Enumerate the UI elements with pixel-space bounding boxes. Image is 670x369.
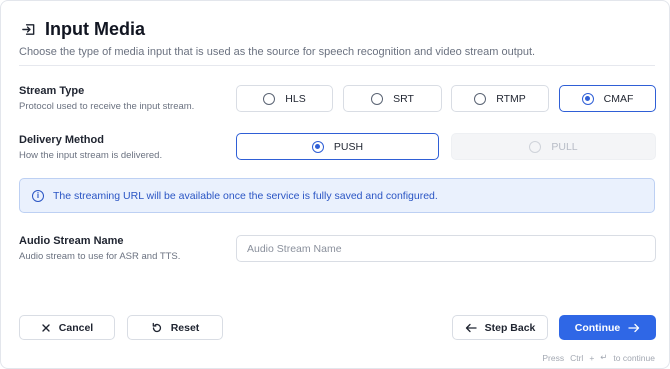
- step-back-label: Step Back: [484, 321, 536, 334]
- input-media-panel: Input Media Choose the type of media inp…: [0, 0, 670, 369]
- radio-icon: [371, 92, 384, 105]
- stream-type-label-group: Stream Type Protocol used to receive the…: [19, 85, 194, 112]
- panel-header: Input Media: [19, 19, 145, 40]
- reset-label: Reset: [170, 321, 200, 334]
- shortcut-suffix: to continue: [613, 352, 655, 363]
- audio-stream-label: Audio Stream Name: [19, 235, 124, 247]
- enter-key-icon: ↵: [600, 352, 608, 362]
- stream-type-option-hls[interactable]: HLS: [236, 85, 333, 112]
- reset-button[interactable]: Reset: [127, 315, 223, 340]
- arrow-left-icon: [465, 323, 477, 333]
- info-icon: i: [32, 189, 44, 202]
- info-banner: i The streaming URL will be available on…: [19, 178, 655, 213]
- page-title: Input Media: [45, 19, 145, 39]
- stream-type-hint: Protocol used to receive the input strea…: [19, 101, 195, 112]
- stream-type-label: Stream Type: [19, 85, 85, 97]
- delivery-method-label: Delivery Method: [19, 134, 104, 146]
- keyboard-shortcut-hint: Press Ctrl + ↵ to continue: [542, 352, 655, 363]
- shortcut-press: Press: [542, 352, 565, 363]
- info-text: The streaming URL will be available once…: [53, 189, 438, 202]
- continue-label: Continue: [574, 321, 621, 334]
- cancel-label: Cancel: [58, 321, 94, 334]
- stream-type-option-rtmp[interactable]: RTMP: [451, 85, 549, 112]
- page-subtitle: Choose the type of media input that is u…: [19, 46, 536, 58]
- option-label: HLS: [285, 92, 306, 105]
- step-back-button[interactable]: Step Back: [452, 315, 548, 340]
- arrow-right-icon: [628, 323, 640, 333]
- delivery-option-push[interactable]: PUSH: [236, 133, 439, 160]
- audio-stream-name-input[interactable]: [236, 235, 656, 262]
- continue-button[interactable]: Continue: [559, 315, 656, 340]
- input-arrow-icon: [19, 21, 37, 39]
- close-icon: [41, 323, 51, 333]
- radio-icon: [474, 92, 487, 105]
- reset-icon: [151, 322, 163, 334]
- audio-stream-label-group: Audio Stream Name Audio stream to use fo…: [19, 235, 180, 262]
- radio-selected-icon: [311, 140, 324, 153]
- stream-type-option-srt[interactable]: SRT: [343, 85, 442, 112]
- cancel-button[interactable]: Cancel: [19, 315, 115, 340]
- delivery-method-label-group: Delivery Method How the input stream is …: [19, 134, 162, 161]
- delivery-method-hint: How the input stream is delivered.: [19, 150, 163, 161]
- delivery-option-pull: PULL: [451, 133, 656, 160]
- header-divider: [19, 65, 655, 66]
- radio-icon: [529, 140, 542, 153]
- radio-selected-icon: [581, 92, 594, 105]
- option-label: SRT: [393, 92, 414, 105]
- shortcut-key-ctrl: Ctrl: [570, 352, 584, 363]
- option-label: PUSH: [333, 140, 364, 153]
- option-label: PULL: [551, 140, 578, 153]
- audio-stream-hint: Audio stream to use for ASR and TTS.: [19, 251, 181, 262]
- shortcut-plus: +: [589, 352, 595, 363]
- option-label: RTMP: [496, 92, 526, 105]
- stream-type-option-cmaf[interactable]: CMAF: [559, 85, 656, 112]
- option-label: CMAF: [603, 92, 634, 105]
- radio-icon: [263, 92, 276, 105]
